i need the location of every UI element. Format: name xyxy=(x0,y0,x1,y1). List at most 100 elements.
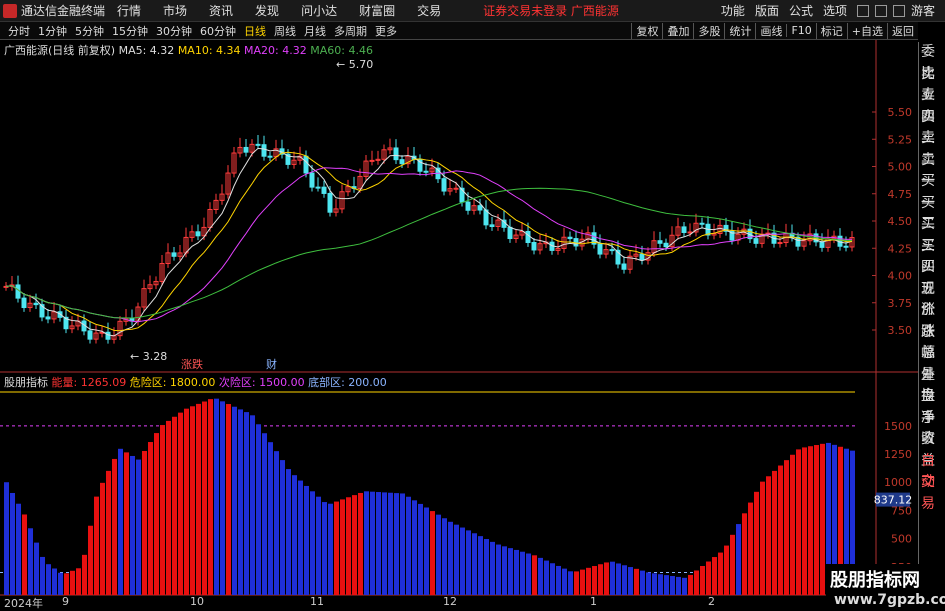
sidebar-field[interactable]: 换手 xyxy=(919,386,945,426)
sidebar-field[interactable]: 卖二 xyxy=(919,128,945,168)
indicator-bar xyxy=(784,460,789,595)
candle-body xyxy=(687,231,693,234)
indicator-bar xyxy=(352,495,357,595)
indicator-bar xyxy=(604,562,609,595)
watermark-url: www.7gpzb.com xyxy=(834,592,945,608)
sidebar-field[interactable]: 买四 xyxy=(919,236,945,276)
candle-body xyxy=(621,263,627,270)
indicator-bar xyxy=(334,501,339,595)
candle-body xyxy=(255,143,261,146)
indicator-bar xyxy=(730,534,735,595)
indicator-bar xyxy=(718,552,723,595)
indicator-bar xyxy=(694,570,699,595)
indicator-bar xyxy=(460,527,465,595)
indicator-bar xyxy=(202,401,207,595)
indicator-bar xyxy=(502,546,507,595)
ma5-label: MA5: 4.32 xyxy=(118,44,175,57)
indicator-bar xyxy=(112,458,117,595)
indicator-bar xyxy=(808,446,813,595)
candle-body xyxy=(525,230,531,244)
indicator-bar xyxy=(700,566,705,595)
sidebar-field[interactable]: 卖四 xyxy=(919,85,945,125)
candle-body xyxy=(315,186,321,189)
indicator-bar xyxy=(412,500,417,595)
indicator-bar xyxy=(244,412,249,595)
indicator-bar xyxy=(424,507,429,595)
sidebar-field[interactable]: 涨跌 xyxy=(919,300,945,340)
indicator-bar xyxy=(214,398,219,595)
indicator-bar xyxy=(370,491,375,595)
indicator-bar xyxy=(454,524,459,595)
sidebar-field[interactable]: 买二 xyxy=(919,193,945,233)
sidebar-field[interactable]: 买三 xyxy=(919,214,945,254)
y-tick-label: 4.50 xyxy=(888,215,913,228)
candle-body xyxy=(699,222,705,225)
indicator-bar xyxy=(46,564,51,595)
indicator-bar xyxy=(484,539,489,595)
event-badge: 涨跌 xyxy=(181,357,203,371)
indicator-bar xyxy=(586,567,591,595)
indicator-bar xyxy=(796,449,801,595)
candle-body xyxy=(321,186,327,194)
indicator-bar xyxy=(34,542,39,595)
indicator-bar xyxy=(568,571,573,595)
sidebar-field[interactable]: 现价 xyxy=(919,279,945,319)
y-tick-label: 5.00 xyxy=(888,161,913,174)
indicator-bar xyxy=(142,450,147,595)
indicator-bar xyxy=(304,485,309,595)
indicator-bar xyxy=(664,575,669,595)
indicator-bar xyxy=(124,452,129,595)
x-axis: 2024年 9 10 11 12 1 2 xyxy=(0,595,870,610)
candle-body xyxy=(399,159,405,165)
sidebar-field[interactable]: 买一 xyxy=(919,171,945,211)
sidebar-field[interactable]: 卖五 xyxy=(919,64,945,104)
indicator-bar xyxy=(436,514,441,595)
indicator-bar xyxy=(574,571,579,595)
ma60-label: MA60: 4.46 xyxy=(310,44,373,57)
sidebar-field[interactable]: 涨幅 xyxy=(919,322,945,362)
x-label: 10 xyxy=(190,595,204,608)
indicator-bar xyxy=(166,420,171,595)
candle-body xyxy=(753,238,759,244)
candle-body xyxy=(681,226,687,233)
candle-body xyxy=(465,201,471,211)
x-label: 1 xyxy=(590,595,597,608)
indicator-bar xyxy=(310,491,315,595)
candle-body xyxy=(489,224,495,227)
y-tick-label: 5.25 xyxy=(888,133,913,146)
x-label: 12 xyxy=(443,595,457,608)
sidebar-field[interactable]: 外盘 xyxy=(919,365,945,405)
indicator-bar xyxy=(10,492,15,595)
indicator-bar xyxy=(232,406,237,595)
sidebar-field[interactable]: 交易 xyxy=(919,472,945,512)
indicator-bar xyxy=(562,568,567,595)
indicator-bar xyxy=(598,564,603,595)
candle-body xyxy=(243,146,249,153)
indicator-bar xyxy=(622,565,627,595)
sidebar-field[interactable]: 自动 xyxy=(919,451,945,491)
indicator-bar xyxy=(472,533,477,595)
candle-body xyxy=(597,243,603,255)
sidebar-field[interactable]: 委比 xyxy=(919,42,945,82)
indicator-bar xyxy=(184,408,189,595)
sidebar-field[interactable]: 买五 xyxy=(919,257,945,297)
chart-canvas[interactable]: 5.50 5.25 5.00 4.75 4.50 4.25 4.00 3.75 3.50 ← 5.… xyxy=(0,0,945,609)
indicator-bar xyxy=(814,445,819,595)
candle-body xyxy=(423,170,429,173)
indicator-bar xyxy=(634,568,639,595)
sidebar-field[interactable]: 卖一 xyxy=(919,150,945,190)
indicator-bar xyxy=(280,460,285,595)
candle-body xyxy=(87,330,93,340)
sidebar-field[interactable]: 净资 xyxy=(919,408,945,448)
danger-label: 危险区: 1800.00 xyxy=(129,376,216,389)
candle-body xyxy=(477,205,483,211)
sidebar-field[interactable]: 总量 xyxy=(919,343,945,383)
indicator-bar xyxy=(82,554,87,595)
indicator-bar xyxy=(628,567,633,595)
indicator-bar xyxy=(442,518,447,595)
indicator-bar xyxy=(208,399,213,595)
indicator-bar xyxy=(190,406,195,595)
sidebar-field[interactable]: 收益 xyxy=(919,429,945,469)
indicator-bar xyxy=(406,496,411,595)
sidebar-field[interactable]: 卖三 xyxy=(919,107,945,147)
